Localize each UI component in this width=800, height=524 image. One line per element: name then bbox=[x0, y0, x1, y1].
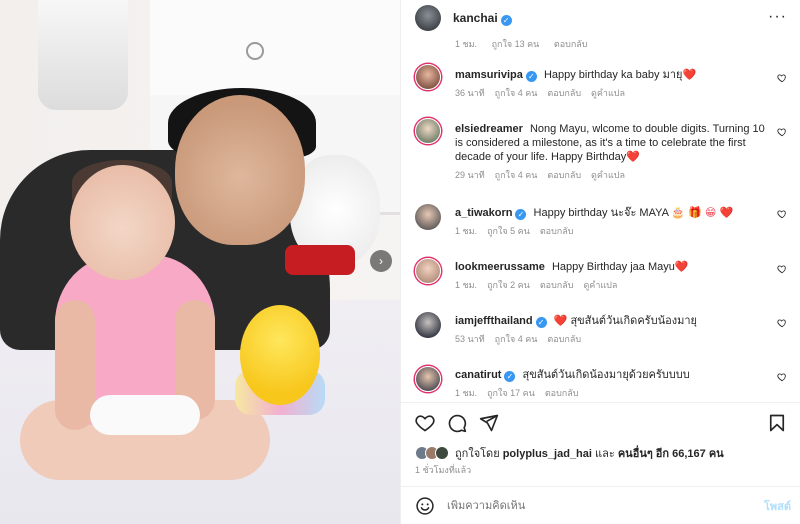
heart-emoji: ❤️ bbox=[682, 69, 697, 81]
verified-badge-icon: ✓ bbox=[535, 317, 547, 328]
comment-meta: 1 ชม. ถูกใจ 2 คน ตอบกลับ ดูคำแปล bbox=[455, 278, 775, 292]
comment-text: lookmeerussame Happy Birthday jaa Mayu❤️ bbox=[455, 261, 689, 273]
post-photo[interactable]: › bbox=[0, 0, 400, 524]
likes-summary: ถูกใจโดย polyplus_jad_hai และ คนอื่นๆ อี… bbox=[415, 444, 795, 462]
chevron-right-icon[interactable]: › bbox=[370, 250, 392, 272]
comment-time: 1 ชม. bbox=[455, 388, 478, 398]
post-actions bbox=[401, 402, 800, 442]
comment-time: 1 ชม. bbox=[455, 39, 478, 49]
comment-time: 53 นาที bbox=[455, 334, 485, 344]
photo-duck-toy bbox=[240, 305, 320, 405]
comment-likes[interactable]: ถูกใจ 4 คน bbox=[495, 88, 538, 98]
reply-button[interactable]: ตอบกลับ bbox=[540, 280, 574, 290]
comment-text: a_tiwakorn ✓ Happy birthday นะจ๊ะ MAYA 🎂 … bbox=[455, 207, 734, 220]
liker-username[interactable]: polyplus_jad_hai bbox=[503, 448, 592, 460]
add-comment-bar: โพสต์ bbox=[401, 486, 800, 524]
post-time[interactable]: 1 ชั่วโมงที่แล้ว bbox=[415, 463, 471, 477]
comment-avatar[interactable] bbox=[415, 258, 441, 284]
author-username-text[interactable]: kanchai bbox=[453, 11, 498, 25]
verified-badge-icon: ✓ bbox=[504, 371, 516, 382]
comment-avatar[interactable] bbox=[415, 312, 441, 338]
likes-text: ถูกใจโดย polyplus_jad_hai และ คนอื่นๆ อี… bbox=[455, 444, 724, 462]
likes-others[interactable]: คนอื่นๆ อีก 66,167 คน bbox=[618, 448, 724, 460]
comment-icon[interactable] bbox=[447, 413, 467, 433]
comment-meta: 36 นาที ถูกใจ 4 คน ตอบกลับ ดูคำแปล bbox=[455, 86, 775, 100]
heart-icon[interactable] bbox=[415, 413, 435, 433]
comment-likes[interactable]: ถูกใจ 4 คน bbox=[495, 170, 538, 180]
comment-username[interactable]: mamsurivipa ✓ bbox=[455, 69, 537, 82]
comment-avatar[interactable] bbox=[415, 64, 441, 90]
heart-emoji: ❤️ bbox=[553, 315, 568, 327]
like-comment-heart-icon[interactable] bbox=[777, 264, 787, 274]
like-comment-heart-icon[interactable] bbox=[777, 318, 787, 328]
clipped-comment-meta: 1 ชม. ถูกใจ 13 คน ตอบกลับ bbox=[455, 37, 600, 51]
comment-username[interactable]: lookmeerussame bbox=[455, 261, 545, 273]
verified-badge-icon: ✓ bbox=[525, 71, 537, 82]
post-header: kanchai ✓ ··· bbox=[401, 0, 800, 36]
comment-likes[interactable]: ถูกใจ 2 คน bbox=[487, 280, 530, 290]
emoji-icon[interactable] bbox=[415, 496, 435, 516]
author-avatar[interactable] bbox=[415, 5, 441, 31]
comment-meta: 29 นาที ถูกใจ 4 คน ตอบกลับ ดูคำแปล bbox=[455, 168, 775, 182]
comment-time: 1 ชม. bbox=[455, 226, 478, 236]
like-comment-heart-icon[interactable] bbox=[777, 209, 787, 219]
likes-middle: และ bbox=[595, 448, 615, 460]
translate-button[interactable]: ดูคำแปล bbox=[583, 280, 617, 290]
reply-button[interactable]: ตอบกลับ bbox=[554, 39, 588, 49]
comment-time: 36 นาที bbox=[455, 88, 485, 98]
comment-meta: 53 นาที ถูกใจ 4 คน ตอบกลับ bbox=[455, 332, 775, 346]
share-icon[interactable] bbox=[479, 413, 499, 433]
comment-avatar[interactable] bbox=[415, 118, 441, 144]
reply-button[interactable]: ตอบกลับ bbox=[547, 170, 581, 180]
comment-username[interactable]: a_tiwakorn ✓ bbox=[455, 207, 527, 220]
emoji-group: 🎂 🎁 😁 ❤️ bbox=[671, 207, 734, 219]
verified-badge-icon: ✓ bbox=[515, 209, 527, 220]
translate-button[interactable]: ดูคำแปล bbox=[591, 88, 625, 98]
comment-meta: 1 ชม. ถูกใจ 17 คน ตอบกลับ bbox=[455, 386, 775, 400]
photo-man-face bbox=[175, 95, 305, 245]
photo-teddy-scarf bbox=[285, 245, 355, 275]
comment-input[interactable] bbox=[447, 499, 747, 512]
photo-drawer-knob bbox=[246, 42, 264, 60]
author-username[interactable]: kanchai ✓ bbox=[453, 11, 512, 26]
verified-badge-icon: ✓ bbox=[500, 14, 512, 26]
comment-likes[interactable]: ถูกใจ 5 คน bbox=[487, 226, 530, 236]
comment-text: iamjeffthailand ✓ ❤️ สุขสันต์วันเกิดครับน… bbox=[455, 315, 697, 328]
liker-avatar[interactable] bbox=[435, 446, 449, 460]
comment-meta: 1 ชม. ถูกใจ 5 คน ตอบกลับ bbox=[455, 224, 775, 238]
comment-username[interactable]: canatirut ✓ bbox=[455, 369, 516, 382]
post-side-panel: kanchai ✓ ··· 1 ชม. ถูกใจ 13 คน ตอบกลับ m… bbox=[400, 0, 800, 524]
translate-button[interactable]: ดูคำแปล bbox=[591, 170, 625, 180]
post-comment-button[interactable]: โพสต์ bbox=[764, 497, 791, 515]
comment-text: canatirut ✓ สุขสันต์วันเกิดน้องมายุด้วยคร… bbox=[455, 369, 690, 382]
comment-time: 1 ชม. bbox=[455, 280, 478, 290]
like-comment-heart-icon[interactable] bbox=[777, 372, 787, 382]
comment-text: elsiedreamer Nong Mayu, wlcome to double… bbox=[455, 123, 765, 163]
comment-username[interactable]: iamjeffthailand ✓ bbox=[455, 315, 547, 328]
bookmark-icon[interactable] bbox=[767, 413, 787, 433]
comments-list[interactable]: 1 ชม. ถูกใจ 13 คน ตอบกลับ mamsurivipa ✓ H… bbox=[401, 36, 800, 402]
reply-button[interactable]: ตอบกลับ bbox=[547, 334, 581, 344]
comment-avatar[interactable] bbox=[415, 204, 441, 230]
photo-bin bbox=[38, 0, 128, 110]
reply-button[interactable]: ตอบกลับ bbox=[545, 388, 579, 398]
comment-username[interactable]: elsiedreamer bbox=[455, 123, 523, 135]
comment-likes[interactable]: ถูกใจ 17 คน bbox=[487, 388, 535, 398]
comment-time: 29 นาที bbox=[455, 170, 485, 180]
like-comment-heart-icon[interactable] bbox=[777, 127, 787, 137]
reply-button[interactable]: ตอบกลับ bbox=[540, 226, 574, 236]
photo-baby-arm-left bbox=[55, 300, 95, 430]
reply-button[interactable]: ตอบกลับ bbox=[547, 88, 581, 98]
likes-prefix: ถูกใจโดย bbox=[455, 448, 500, 460]
heart-emoji: ❤️ bbox=[626, 151, 640, 163]
comment-likes[interactable]: ถูกใจ 13 คน bbox=[492, 39, 540, 49]
comment-text: mamsurivipa ✓ Happy birthday ka baby มายุ… bbox=[455, 69, 697, 82]
comment-avatar[interactable] bbox=[415, 366, 441, 392]
heart-emoji: ❤️ bbox=[674, 261, 689, 273]
comment-likes[interactable]: ถูกใจ 4 คน bbox=[495, 334, 538, 344]
photo-baby-face bbox=[70, 165, 175, 280]
more-icon[interactable]: ··· bbox=[768, 8, 787, 26]
like-comment-heart-icon[interactable] bbox=[777, 73, 787, 83]
photo-diaper bbox=[90, 395, 200, 435]
